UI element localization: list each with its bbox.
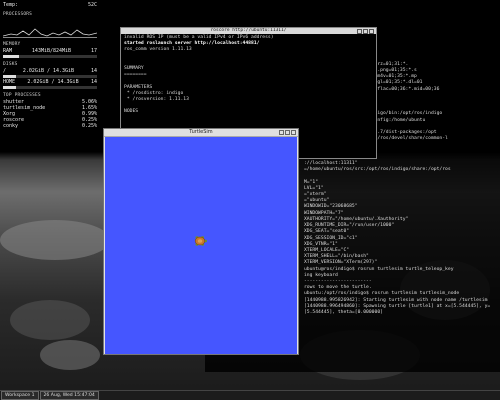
process-cpu: 0.25% xyxy=(81,123,97,129)
turtlesim-window[interactable]: TurtleSim xyxy=(103,128,299,355)
root-disk-percent: 14 xyxy=(90,68,97,74)
cpu-graph-svg xyxy=(3,28,97,37)
ram-bar xyxy=(3,55,97,58)
home-disk-bar-fill xyxy=(3,86,17,89)
taskbar: Workspace 1 26 Aug, Wed 15:47:04 xyxy=(0,390,500,400)
turtle-shell-pattern xyxy=(197,239,203,243)
turtlesim-window-title: TurtleSim xyxy=(189,129,213,135)
terminal-line: NODES xyxy=(124,109,139,115)
home-disk-label: HOME xyxy=(3,79,16,85)
temp-value: 52C xyxy=(87,2,97,8)
turtlesim-title-bar[interactable]: TurtleSim xyxy=(104,129,298,137)
root-disk-value: 2.02GiB / 14.3GiB xyxy=(22,68,75,74)
moon-rock xyxy=(0,220,110,260)
moon-rock xyxy=(10,300,90,340)
roscore-output: invalid ROS IP (must be a valid IPv4 or … xyxy=(121,34,376,117)
root-disk-label: / xyxy=(3,68,7,74)
minimize-button[interactable] xyxy=(279,130,284,135)
cpu-graph-line xyxy=(3,28,97,37)
close-button[interactable] xyxy=(369,28,374,34)
root-disk-bar xyxy=(3,75,97,78)
ram-percent: 17 xyxy=(90,48,97,54)
turtlesim-canvas[interactable] xyxy=(105,137,297,354)
cpu-graph xyxy=(3,19,97,38)
process-name: conky xyxy=(3,123,19,129)
process-list: shutter 5.06% turtlesim_node 1.65% Xorg 0.99%… xyxy=(0,99,100,129)
turtle-icon xyxy=(194,236,207,246)
maximize-button[interactable] xyxy=(363,28,368,34)
conky-monitor: Temp: 52C PROCESSORS MEMORY RAM 143MiB/8… xyxy=(0,0,100,130)
workspace-switcher[interactable]: Workspace 1 xyxy=(1,391,39,400)
processors-header: PROCESSORS xyxy=(3,12,33,17)
home-disk-value: 2.02GiB / 14.3GiB xyxy=(27,79,79,85)
maximize-button[interactable] xyxy=(285,130,290,135)
process-row: conky 0.25% xyxy=(0,123,100,129)
home-disk-bar xyxy=(3,86,97,89)
moon-rock xyxy=(40,340,100,370)
ram-label: RAM xyxy=(3,48,13,54)
home-disk-percent: 14 xyxy=(90,79,97,85)
root-disk-bar-fill xyxy=(3,75,17,78)
ram-bar-fill xyxy=(3,55,19,58)
close-button[interactable] xyxy=(291,130,296,135)
roscore-title-bar[interactable]: roscore http://ubuntu:11311/ xyxy=(121,28,376,34)
temp-label: Temp: xyxy=(3,2,19,8)
taskbar-clock: 26 Aug, Wed 15:47:04 xyxy=(39,391,99,400)
minimize-button[interactable] xyxy=(357,28,362,34)
roscore-window-title: roscore http://ubuntu:11311/ xyxy=(210,28,287,33)
ram-value: 143MiB/824MiB xyxy=(31,48,72,54)
